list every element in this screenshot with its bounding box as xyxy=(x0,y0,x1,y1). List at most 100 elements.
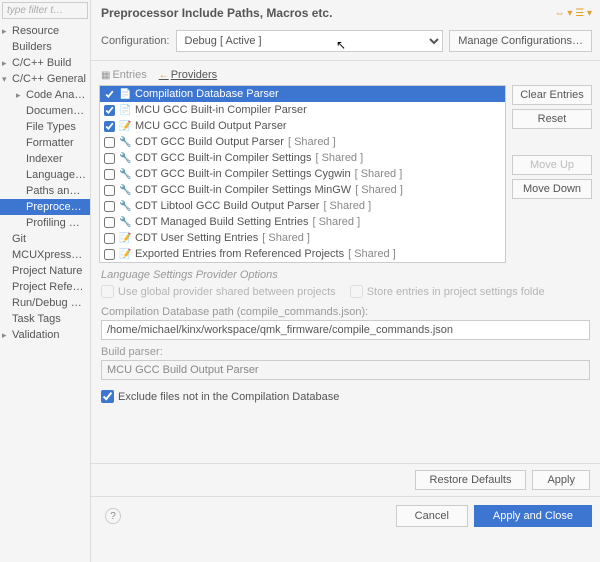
provider-checkbox[interactable] xyxy=(104,185,115,196)
main-panel: Preprocessor Include Paths, Macros etc. … xyxy=(91,0,600,562)
tree-item[interactable]: Git xyxy=(0,231,90,247)
tree-item[interactable]: Documentatio xyxy=(0,103,90,119)
page-title: Preprocessor Include Paths, Macros etc. xyxy=(101,6,332,20)
provider-row[interactable]: 📝MCU GCC Build Output Parser xyxy=(100,118,505,134)
provider-label: CDT GCC Built-in Compiler Settings MinGW xyxy=(135,184,351,196)
provider-row[interactable]: 🔧 CDT GCC Built-in Compiler Settings [ Sh… xyxy=(100,150,505,166)
shared-badge: [ Shared ] xyxy=(355,184,403,196)
tree-item[interactable]: Task Tags xyxy=(0,311,90,327)
cancel-button[interactable]: Cancel xyxy=(396,505,468,527)
providers-side-buttons: Clear Entries Reset Move Up Move Down xyxy=(512,85,592,263)
shared-badge: [ Shared ] xyxy=(323,200,371,212)
header-toolbar-icons[interactable]: ⇔ ▾ ☰ ▾ xyxy=(555,8,592,19)
tree-item[interactable]: Paths and Sym xyxy=(0,183,90,199)
tab-entries[interactable]: ▦Entries xyxy=(101,69,147,81)
provider-row[interactable]: 🔧CDT GCC Build Output Parser [ Shared ] xyxy=(100,134,505,150)
provider-icon: 📄 xyxy=(119,105,131,116)
tree-item[interactable]: Indexer xyxy=(0,151,90,167)
use-global-checkbox[interactable]: Use global provider shared between proje… xyxy=(101,285,336,298)
provider-checkbox[interactable] xyxy=(104,169,115,180)
provider-label: CDT GCC Build Output Parser xyxy=(135,136,284,148)
tree-item[interactable]: MCUXpresso C xyxy=(0,247,90,263)
provider-row[interactable]: 🔧 CDT Managed Build Setting Entries [ Sha… xyxy=(100,214,505,230)
build-parser-input[interactable] xyxy=(101,360,590,380)
tree-item[interactable]: Preprocessor xyxy=(0,199,90,215)
tree-item[interactable]: Profiling Cate xyxy=(0,215,90,231)
provider-options: Language Settings Provider Options Use g… xyxy=(91,263,600,463)
help-icon[interactable]: ? xyxy=(105,508,121,524)
db-path-label: Compilation Database path (compile_comma… xyxy=(101,306,590,318)
restore-apply-row: Restore Defaults Apply xyxy=(91,463,600,496)
provider-icon: 🔧 xyxy=(119,137,131,148)
provider-row[interactable]: 📝CDT User Setting Entries [ Shared ] xyxy=(100,230,505,246)
provider-label: CDT GCC Built-in Compiler Settings xyxy=(135,152,311,164)
provider-label: CDT Managed Build Setting Entries xyxy=(135,216,308,228)
tree-item[interactable]: ▸C/C++ Build xyxy=(0,55,90,71)
tab-providers[interactable]: ←Providers xyxy=(159,69,217,81)
provider-row[interactable]: 📝Exported Entries from Referenced Projec… xyxy=(100,246,505,262)
clear-entries-button[interactable]: Clear Entries xyxy=(512,85,592,105)
restore-defaults-button[interactable]: Restore Defaults xyxy=(415,470,527,490)
providers-list[interactable]: 📄 Compilation Database Parser 📄 MCU GCC Bui… xyxy=(99,85,506,263)
page-header: Preprocessor Include Paths, Macros etc. … xyxy=(91,0,600,28)
dialog-footer: ? Cancel Apply and Close xyxy=(91,496,600,535)
tree-item[interactable]: Project Referen xyxy=(0,279,90,295)
provider-checkbox[interactable] xyxy=(104,201,115,212)
exclude-checkbox[interactable]: Exclude files not in the Compilation Dat… xyxy=(101,390,590,403)
provider-row[interactable]: 🔧CDT Libtool GCC Build Output Parser [ S… xyxy=(100,198,505,214)
tree-item[interactable]: ▾C/C++ General xyxy=(0,71,90,87)
shared-badge: [ Shared ] xyxy=(312,216,360,228)
provider-icon: 🔧 xyxy=(119,201,131,212)
provider-label: Compilation Database Parser xyxy=(135,88,279,100)
configuration-row: Configuration: Debug [ Active ] Manage C… xyxy=(91,28,600,61)
shared-badge: [ Shared ] xyxy=(315,152,363,164)
store-entries-checkbox[interactable]: Store entries in project settings folde xyxy=(350,285,545,298)
provider-icon: 📝 xyxy=(119,233,131,244)
build-parser-label: Build parser: xyxy=(101,346,590,358)
provider-checkbox[interactable] xyxy=(104,137,115,148)
apply-and-close-button[interactable]: Apply and Close xyxy=(474,505,592,527)
provider-checkbox[interactable] xyxy=(104,153,115,164)
move-down-button[interactable]: Move Down xyxy=(512,179,592,199)
manage-configurations-button[interactable]: Manage Configurations… xyxy=(449,30,592,52)
provider-row[interactable]: 🔧 CDT GCC Built-in Compiler Settings MinG… xyxy=(100,182,505,198)
provider-icon: 🔧 xyxy=(119,217,131,228)
tree-item[interactable]: ▸Validation xyxy=(0,327,90,343)
tree-item[interactable]: Project Nature xyxy=(0,263,90,279)
shared-badge: [ Shared ] xyxy=(348,248,396,260)
provider-label: Exported Entries from Referenced Project… xyxy=(135,248,344,260)
tree-item[interactable]: Formatter xyxy=(0,135,90,151)
provider-label: MCU GCC Built-in Compiler Parser xyxy=(135,104,307,116)
subtabs: ▦Entries ←Providers xyxy=(91,61,600,85)
tree-item[interactable]: Builders xyxy=(0,39,90,55)
provider-icon: 🔧 xyxy=(119,185,131,196)
preferences-tree: ▸ResourceBuilders▸C/C++ Build▾C/C++ Gene… xyxy=(0,21,90,562)
provider-icon: 📄 xyxy=(119,89,131,100)
apply-button[interactable]: Apply xyxy=(532,470,590,490)
provider-row[interactable]: 🔧CDT GCC Built-in Compiler Settings Cygw… xyxy=(100,166,505,182)
reset-button[interactable]: Reset xyxy=(512,109,592,129)
provider-row[interactable]: 📄 MCU GCC Built-in Compiler Parser xyxy=(100,102,505,118)
provider-checkbox[interactable] xyxy=(104,105,115,116)
tree-item[interactable]: ▸Resource xyxy=(0,23,90,39)
provider-icon: 📝 xyxy=(119,121,131,132)
configuration-label: Configuration: xyxy=(101,35,170,47)
shared-badge: [ Shared ] xyxy=(262,232,310,244)
provider-icon: 🔧 xyxy=(119,153,131,164)
tree-item[interactable]: ▸Code Analysis xyxy=(0,87,90,103)
provider-row[interactable]: 📄 Compilation Database Parser xyxy=(100,86,505,102)
provider-checkbox[interactable] xyxy=(104,217,115,228)
move-up-button[interactable]: Move Up xyxy=(512,155,592,175)
tree-item[interactable]: Run/Debug Set xyxy=(0,295,90,311)
provider-checkbox[interactable] xyxy=(104,121,115,132)
filter-input[interactable]: type filter t… xyxy=(2,2,88,19)
entries-icon: ▦ xyxy=(101,70,110,81)
options-title: Language Settings Provider Options xyxy=(101,269,590,281)
tree-item[interactable]: File Types xyxy=(0,119,90,135)
provider-checkbox[interactable] xyxy=(104,249,115,260)
tree-item[interactable]: Language Ma xyxy=(0,167,90,183)
configuration-select[interactable]: Debug [ Active ] xyxy=(176,30,444,52)
provider-checkbox[interactable] xyxy=(104,89,115,100)
db-path-input[interactable] xyxy=(101,320,590,340)
provider-checkbox[interactable] xyxy=(104,233,115,244)
